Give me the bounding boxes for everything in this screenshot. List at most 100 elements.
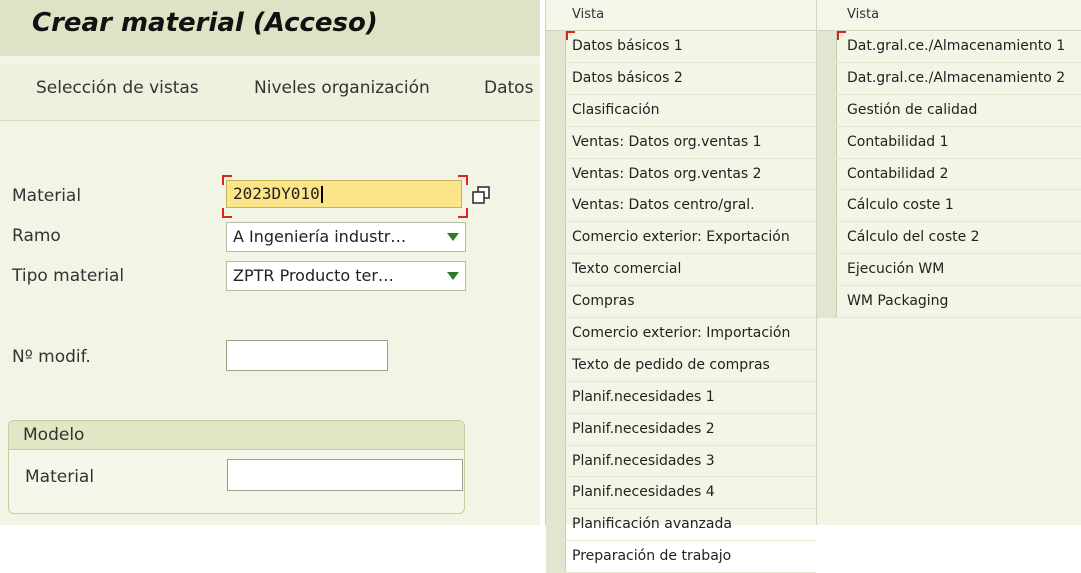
ramo-value: A Ingeniería industr… <box>233 227 407 246</box>
row-selector[interactable] <box>546 381 566 413</box>
focus-marker <box>837 31 846 40</box>
row-selector[interactable] <box>546 158 566 190</box>
row-selector[interactable] <box>817 286 837 318</box>
row-selector[interactable] <box>817 190 837 222</box>
material-input[interactable]: 2023DY010 <box>226 180 462 208</box>
view-label: Ventas: Datos org.ventas 1 <box>572 133 762 150</box>
view-label: Planif.necesidades 2 <box>572 420 715 437</box>
view-row[interactable]: Clasificación <box>546 94 816 127</box>
model-material-label: Material <box>25 467 95 487</box>
view-row[interactable]: Texto de pedido de compras <box>546 349 816 382</box>
view-row[interactable]: Texto comercial <box>546 254 816 287</box>
row-selector[interactable] <box>546 126 566 158</box>
row-selector[interactable] <box>546 31 566 62</box>
row-selector[interactable] <box>546 254 566 286</box>
view-row[interactable]: Ejecución WM <box>817 254 1081 287</box>
views-list-1-header-label: Vista <box>572 7 605 22</box>
focus-corner-br <box>458 208 468 218</box>
row-selector[interactable] <box>546 349 566 381</box>
ramo-dropdown[interactable]: A Ingeniería industr… <box>226 222 466 252</box>
row-selector[interactable] <box>817 222 837 254</box>
view-label: Cálculo coste 1 <box>847 197 954 214</box>
view-label: Ejecución WM <box>847 261 945 278</box>
view-label: Contabilidad 2 <box>847 165 949 182</box>
view-row[interactable]: Ventas: Datos org.ventas 1 <box>546 126 816 159</box>
view-row[interactable]: Datos básicos 1 <box>546 31 816 63</box>
model-material-input[interactable] <box>227 459 463 491</box>
material-label: Material <box>12 186 82 206</box>
row-selector[interactable] <box>546 222 566 254</box>
view-row[interactable]: Gestión de calidad <box>817 94 1081 127</box>
view-row[interactable]: Comercio exterior: Importación <box>546 318 816 350</box>
view-row[interactable]: Compras <box>546 286 816 319</box>
select-views-button[interactable]: Selección de vistas <box>36 78 199 98</box>
views-list-1-header: Vista <box>546 0 816 31</box>
row-selector[interactable] <box>817 254 837 286</box>
row-selector[interactable] <box>546 62 566 94</box>
view-label: Dat.gral.ce./Almacenamiento 1 <box>847 38 1066 54</box>
row-selector[interactable] <box>546 413 566 445</box>
view-label: Ventas: Datos org.ventas 2 <box>572 165 762 182</box>
change-number-label: Nº modif. <box>12 347 91 367</box>
view-row[interactable]: Planif.necesidades 4 <box>546 477 816 510</box>
view-row[interactable]: Planificación avanzada <box>546 509 816 542</box>
view-label: Comercio exterior: Exportación <box>572 229 790 246</box>
view-row[interactable]: Cálculo del coste 2 <box>817 222 1081 255</box>
modelo-group-title: Modelo <box>23 425 85 445</box>
view-label: Dat.gral.ce./Almacenamiento 2 <box>847 69 1066 86</box>
row-selector[interactable] <box>546 445 566 477</box>
row-selector[interactable] <box>817 31 837 62</box>
view-label: Cálculo del coste 2 <box>847 229 980 246</box>
view-row[interactable]: Ventas: Datos centro/gral. <box>546 190 816 223</box>
view-row[interactable]: WM Packaging <box>817 286 1081 319</box>
material-type-label: Tipo material <box>12 266 125 286</box>
view-row[interactable]: Contabilidad 1 <box>817 126 1081 159</box>
view-row[interactable]: Planif.necesidades 3 <box>546 445 816 478</box>
view-label: Planif.necesidades 4 <box>572 484 715 501</box>
ramo-label: Ramo <box>12 226 61 246</box>
view-label: Datos básicos 2 <box>572 69 683 86</box>
view-row[interactable]: Cálculo coste 1 <box>817 190 1081 223</box>
change-number-input[interactable] <box>226 340 388 371</box>
view-label: Datos básicos 1 <box>572 38 683 54</box>
page-title: Crear material (Acceso) <box>32 8 378 38</box>
modelo-group: Modelo Material <box>8 420 465 514</box>
org-levels-button[interactable]: Niveles organización <box>254 78 430 98</box>
views-list-2-header: Vista <box>817 0 1081 31</box>
row-selector[interactable] <box>817 158 837 190</box>
view-row[interactable]: Ventas: Datos org.ventas 2 <box>546 158 816 191</box>
row-selector[interactable] <box>546 477 566 509</box>
view-label: Planificación avanzada <box>572 516 732 533</box>
views-list-2-header-label: Vista <box>847 7 880 22</box>
chevron-down-icon <box>447 272 459 280</box>
view-label: Planif.necesidades 1 <box>572 388 715 405</box>
row-selector[interactable] <box>546 318 566 349</box>
view-label: Preparación de trabajo <box>572 548 732 565</box>
material-entry-panel: Crear material (Acceso) Selección de vis… <box>0 0 540 525</box>
view-label: Comercio exterior: Importación <box>572 325 791 342</box>
toolbar: Selección de vistas Niveles organización… <box>0 64 540 121</box>
row-selector[interactable] <box>546 94 566 126</box>
view-row[interactable]: Comercio exterior: Exportación <box>546 222 816 255</box>
copy-icon[interactable] <box>469 183 493 207</box>
view-row[interactable]: Planif.necesidades 1 <box>546 381 816 414</box>
material-type-dropdown[interactable]: ZPTR Producto ter… <box>226 261 466 291</box>
row-selector[interactable] <box>817 126 837 158</box>
view-row[interactable]: Dat.gral.ce./Almacenamiento 1 <box>817 31 1081 63</box>
view-row[interactable]: Planif.necesidades 2 <box>546 413 816 446</box>
view-row[interactable]: Dat.gral.ce./Almacenamiento 2 <box>817 62 1081 95</box>
view-row[interactable]: Preparación de trabajo <box>546 541 816 573</box>
view-label: Texto comercial <box>572 261 682 278</box>
row-selector[interactable] <box>546 286 566 318</box>
row-selector[interactable] <box>546 541 566 573</box>
view-row[interactable]: Datos básicos 2 <box>546 62 816 95</box>
title-bar: Crear material (Acceso) <box>0 0 540 56</box>
view-label: Clasificación <box>572 101 660 118</box>
focus-corner-tl <box>222 175 232 185</box>
row-selector[interactable] <box>546 190 566 222</box>
data-button[interactable]: Datos <box>484 78 533 98</box>
views-list-1: Vista Datos básicos 1 Datos básicos 2 Clas… <box>545 0 816 573</box>
view-row[interactable]: Contabilidad 2 <box>817 158 1081 191</box>
row-selector[interactable] <box>817 94 837 126</box>
row-selector[interactable] <box>817 62 837 94</box>
